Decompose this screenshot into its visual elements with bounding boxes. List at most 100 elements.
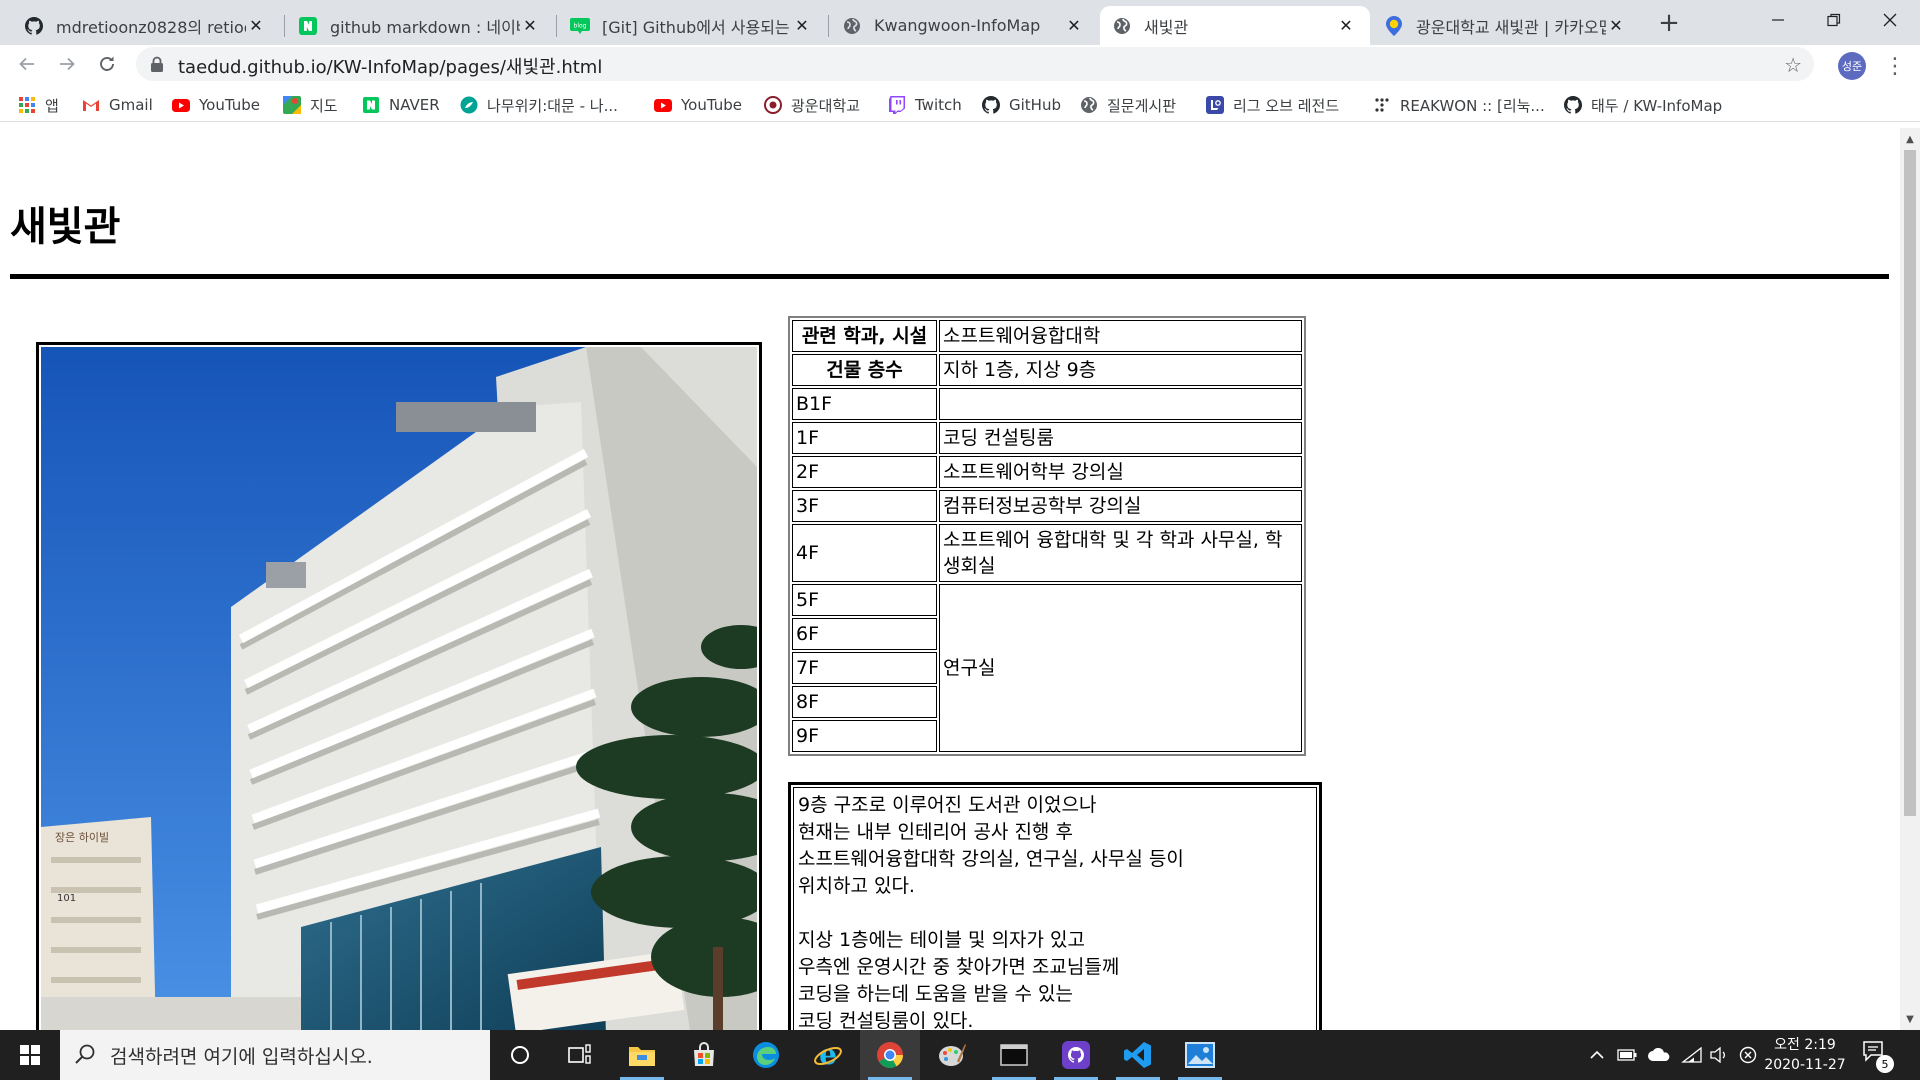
building-info-table: 관련 학과, 시설 소프트웨어융합대학 건물 층수 지하 1층, 지상 9층 B… xyxy=(788,316,1306,756)
edge-icon xyxy=(753,1042,779,1068)
scrollbar-thumb[interactable] xyxy=(1904,150,1916,816)
tray-chevron-up-icon[interactable] xyxy=(1585,1030,1609,1080)
floor-label: 9F xyxy=(792,720,937,752)
battery-icon[interactable] xyxy=(1615,1030,1639,1080)
bookmark-apps[interactable]: 앱 xyxy=(18,92,59,118)
table-row: 2F 소프트웨어학부 강의실 xyxy=(792,456,1302,488)
volume-icon[interactable] xyxy=(1707,1030,1733,1080)
system-clock[interactable]: 오전 2:19 2020-11-27 xyxy=(1760,1035,1850,1075)
tab-kakaomap[interactable]: 광운대학교 새빛관 | 카카오맵 ✕ xyxy=(1372,6,1640,45)
taskbar-photos[interactable] xyxy=(1170,1030,1230,1080)
taskbar-chrome[interactable] xyxy=(860,1030,920,1080)
apartment-number: 101 xyxy=(57,893,76,904)
cortana-button[interactable] xyxy=(490,1030,550,1080)
page-viewport: 새빛관 장은 하이빌 101 관련 학과, 시설 소프트웨어융합대학 건물 층수… xyxy=(0,128,1900,1030)
taskbar-terminal[interactable] xyxy=(984,1030,1044,1080)
close-icon[interactable]: ✕ xyxy=(246,16,266,36)
bookmark-label: Gmail xyxy=(109,96,153,114)
start-button[interactable] xyxy=(0,1030,60,1080)
taskbar-search[interactable]: 검색하려면 여기에 입력하십시오. xyxy=(60,1030,490,1080)
svg-text:e: e xyxy=(819,1040,837,1070)
restore-button[interactable] xyxy=(1806,0,1861,40)
taskbar-file-explorer[interactable] xyxy=(612,1030,672,1080)
close-icon[interactable]: ✕ xyxy=(792,16,812,36)
tab-kwangwoon-infomap[interactable]: Kwangwoon-InfoMap ✕ xyxy=(830,6,1098,45)
bookmark-label: 광운대학교 xyxy=(791,96,861,115)
bookmark-twitch[interactable]: Twitch xyxy=(888,92,962,118)
bookmark-reakwon[interactable]: REAKWON :: [리눅... xyxy=(1373,92,1545,118)
paint-icon xyxy=(939,1044,966,1066)
bookmark-kw-infomap-repo[interactable]: 태두 / KW-InfoMap xyxy=(1564,92,1722,118)
close-icon[interactable]: ✕ xyxy=(1064,16,1084,36)
forward-button[interactable] xyxy=(52,49,82,79)
internet-explorer-icon: e xyxy=(814,1040,842,1070)
lock-icon xyxy=(150,56,164,76)
taskbar-github-desktop[interactable] xyxy=(1046,1030,1106,1080)
description-box: 9층 구조로 이루어진 도서관 이었으나 현재는 내부 인테리어 공사 진행 후… xyxy=(788,782,1322,1030)
bookmark-youtube[interactable]: YouTube xyxy=(172,92,260,118)
url-text[interactable]: taedud.github.io/KW-InfoMap/pages/새빛관.ht… xyxy=(178,53,602,79)
taskbar-store[interactable] xyxy=(674,1030,734,1080)
taskbar-vscode[interactable] xyxy=(1108,1030,1168,1080)
naver-blog-icon: blog xyxy=(570,16,590,36)
bookmarks-bar: 앱 Gmail YouTube 지도 NAVER 나무위키:대문 - 나... xyxy=(0,88,1920,122)
address-bar[interactable]: taedud.github.io/KW-InfoMap/pages/새빛관.ht… xyxy=(136,47,1814,81)
task-view-button[interactable] xyxy=(550,1030,610,1080)
floor-label: 4F xyxy=(792,524,937,582)
tab-naver-blog[interactable]: blog [Git] Github에서 사용되는 M ✕ xyxy=(558,6,826,45)
info-value-department: 소프트웨어융합대학 xyxy=(939,320,1302,352)
bookmark-league[interactable]: 리그 오브 레전드 xyxy=(1206,92,1339,118)
bookmark-youtube-2[interactable]: YouTube xyxy=(654,92,742,118)
notification-count-badge: 5 xyxy=(1876,1055,1894,1073)
scroll-down-icon[interactable]: ▼ xyxy=(1900,1010,1920,1028)
close-icon[interactable]: ✕ xyxy=(1606,16,1626,36)
page-scrollbar[interactable]: ▲ ▼ xyxy=(1900,128,1920,1030)
floor-label: B1F xyxy=(792,388,937,420)
scroll-up-icon[interactable]: ▲ xyxy=(1900,130,1920,148)
wifi-icon[interactable] xyxy=(1679,1030,1705,1080)
ime-status-icon[interactable] xyxy=(1735,1030,1761,1080)
description-text: 9층 구조로 이루어진 도서관 이었으나 현재는 내부 인테리어 공사 진행 후… xyxy=(793,787,1317,1030)
store-icon xyxy=(694,1042,714,1066)
back-button[interactable] xyxy=(12,49,42,79)
bookmark-github[interactable]: GitHub xyxy=(982,92,1061,118)
bookmark-gmail[interactable]: Gmail xyxy=(82,92,153,118)
table-row: 5F 연구실 xyxy=(792,584,1302,752)
floor-label: 3F xyxy=(792,490,937,522)
bookmark-star-icon[interactable]: ☆ xyxy=(1784,53,1802,77)
apartment-sign: 장은 하이빌 xyxy=(55,830,109,844)
taskbar-internet-explorer[interactable]: e xyxy=(798,1030,858,1080)
tab-separator xyxy=(284,15,285,37)
tab-naver-search[interactable]: github markdown : 네이버 통 ✕ xyxy=(286,6,554,45)
new-tab-button[interactable]: + xyxy=(1654,8,1684,38)
close-icon[interactable]: ✕ xyxy=(1336,16,1356,36)
bookmark-label: 질문게시판 xyxy=(1107,96,1177,115)
bookmark-naver[interactable]: NAVER xyxy=(362,92,440,118)
floor-use: 컴퓨터정보공학부 강의실 xyxy=(939,490,1302,522)
bookmark-kwangwoon[interactable]: 광운대학교 xyxy=(764,92,860,118)
page-title: 새빛관 xyxy=(10,204,121,250)
onedrive-cloud-icon[interactable] xyxy=(1645,1030,1673,1080)
bookmark-qna-board[interactable]: 질문게시판 xyxy=(1080,92,1176,118)
tab-saebitgwan[interactable]: 새빛관 ✕ xyxy=(1100,6,1370,45)
reload-button[interactable] xyxy=(92,49,122,79)
building-photo-frame: 장은 하이빌 101 xyxy=(36,342,762,1030)
building-photo: 장은 하이빌 101 xyxy=(41,347,757,1030)
bookmark-namuwiki[interactable]: 나무위키:대문 - 나... xyxy=(460,92,618,118)
gmail-icon xyxy=(82,96,100,114)
bookmark-maps[interactable]: 지도 xyxy=(283,92,338,118)
close-icon[interactable]: ✕ xyxy=(520,16,540,36)
close-window-button[interactable] xyxy=(1862,0,1917,40)
taskbar-paint[interactable] xyxy=(922,1030,982,1080)
tab-title: mdretioonz0828의 retioonz0 xyxy=(56,17,246,37)
tab-separator xyxy=(556,15,557,37)
taskbar-edge[interactable] xyxy=(736,1030,796,1080)
youtube-icon xyxy=(172,96,190,114)
tab-github-profile[interactable]: mdretioonz0828의 retioonz0 ✕ xyxy=(12,6,280,45)
minimize-icon xyxy=(1771,19,1784,21)
bookmark-label: 앱 xyxy=(45,96,59,115)
minimize-button[interactable] xyxy=(1750,0,1805,40)
profile-avatar[interactable]: 성준 xyxy=(1838,52,1866,80)
tab-separator xyxy=(828,15,829,37)
menu-kebab-icon[interactable]: ⋮ xyxy=(1880,51,1910,81)
